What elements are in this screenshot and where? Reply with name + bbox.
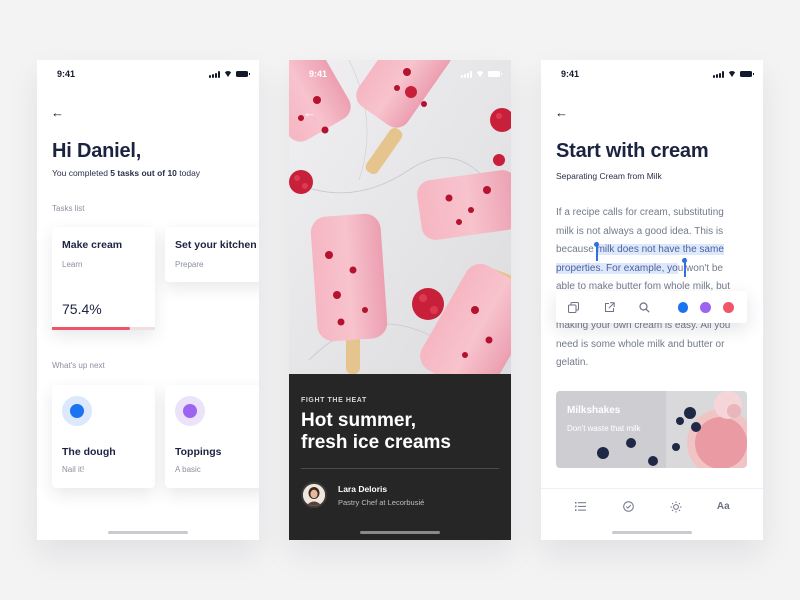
- status-time: 9:41: [309, 69, 328, 79]
- highlight-red-button[interactable]: [723, 301, 734, 313]
- toppings-icon: [175, 396, 205, 426]
- task-tag: Prepare: [175, 260, 204, 269]
- tasks-screen: 9:41 ← Hi Daniel, You completed 5 tasks …: [37, 60, 259, 540]
- reader-toolbar: Aa: [541, 488, 763, 524]
- task-tag: Learn: [62, 260, 83, 269]
- author-name[interactable]: Lara Deloris: [338, 484, 387, 494]
- list-icon[interactable]: [570, 496, 592, 518]
- status-time: 9:41: [561, 69, 580, 79]
- status-bar: 9:41: [541, 60, 763, 88]
- task-percent: 75.4%: [62, 301, 102, 317]
- wifi-icon: [476, 71, 484, 77]
- task-progress-fill: [52, 327, 130, 330]
- next-card-the-dough[interactable]: The dough Nail it!: [52, 385, 155, 488]
- selection-start-handle[interactable]: [594, 242, 599, 261]
- author-avatar[interactable]: [301, 482, 327, 508]
- article-reading-screen: 9:41 ← Start with cream Separating Cream…: [541, 60, 763, 540]
- tasks-list-label: Tasks list: [52, 204, 85, 213]
- ice-cream-hero-image: [289, 60, 511, 374]
- checkmark-icon[interactable]: [617, 496, 639, 518]
- back-arrow-icon[interactable]: ←: [303, 106, 317, 119]
- article-paragraph-2[interactable]: making your own cream is easy. All you n…: [556, 317, 751, 373]
- home-indicator: [360, 531, 440, 534]
- copy-icon[interactable]: [564, 297, 584, 317]
- next-card-toppings[interactable]: Toppings A basic: [165, 385, 259, 488]
- divider: [301, 468, 499, 469]
- battery-icon: [236, 71, 250, 77]
- selection-end-handle[interactable]: [682, 258, 687, 277]
- next-title: Toppings: [175, 446, 222, 458]
- signal-icon: [209, 70, 220, 78]
- task-progress-bar: [52, 327, 155, 330]
- next-subtitle: Nail it!: [62, 465, 85, 474]
- share-icon[interactable]: [600, 297, 620, 317]
- task-card-make-cream[interactable]: Make cream Learn 75.4%: [52, 227, 155, 330]
- home-indicator: [108, 531, 188, 534]
- signal-icon: [461, 70, 472, 78]
- task-title: Make cream: [62, 239, 123, 251]
- text-selection[interactable]: milk does not have the same: [596, 244, 724, 255]
- text-selection[interactable]: properties. For example, yo: [556, 262, 678, 274]
- article-kicker: FIGHT THE HEAT: [301, 397, 367, 404]
- brightness-icon[interactable]: [665, 496, 687, 518]
- wifi-icon: [224, 71, 232, 77]
- article-cover-panel: FIGHT THE HEAT Hot summer, fresh ice cre…: [289, 374, 511, 540]
- status-bar: 9:41: [289, 60, 511, 88]
- article-headline[interactable]: Hot summer, fresh ice creams: [301, 410, 501, 454]
- highlight-purple-button[interactable]: [700, 301, 712, 313]
- greeting: Hi Daniel,: [52, 140, 142, 162]
- highlight-blue-button[interactable]: [677, 301, 689, 313]
- next-title: The dough: [62, 446, 116, 458]
- status-time: 9:41: [57, 69, 76, 79]
- wifi-icon: [728, 71, 736, 77]
- signal-icon: [713, 70, 724, 78]
- promo-title: Milkshakes: [567, 405, 621, 416]
- home-indicator: [612, 531, 692, 534]
- author-role: Pastry Chef at Lecorbusié: [338, 498, 425, 507]
- milkshakes-card[interactable]: Milkshakes Don't waste that milk: [556, 391, 747, 468]
- whats-next-label: What's up next: [52, 361, 105, 370]
- article-cover-screen: 9:41 ← FIGHT THE HEAT Hot summer, fresh …: [289, 60, 511, 540]
- back-arrow-icon[interactable]: ←: [51, 106, 65, 119]
- summary-text: You completed 5 tasks out of 10 today: [52, 168, 201, 178]
- dough-icon: [62, 396, 92, 426]
- next-subtitle: A basic: [175, 465, 201, 474]
- back-arrow-icon[interactable]: ←: [555, 106, 569, 119]
- promo-subtitle: Don't waste that milk: [567, 424, 641, 433]
- article-title: Start with cream: [556, 140, 709, 162]
- search-icon[interactable]: [635, 297, 655, 317]
- task-title: Set your kitchen: [175, 239, 257, 251]
- battery-icon: [488, 71, 502, 77]
- status-bar: 9:41: [37, 60, 259, 88]
- task-card-set-kitchen[interactable]: Set your kitchen Prepare: [165, 227, 259, 282]
- selection-toolbar: [556, 291, 747, 323]
- battery-icon: [740, 71, 754, 77]
- article-subtitle: Separating Cream from Milk: [556, 171, 662, 181]
- text-size-button[interactable]: Aa: [712, 496, 734, 518]
- article-paragraph-1[interactable]: If a recipe calls for cream, substitutin…: [556, 204, 751, 297]
